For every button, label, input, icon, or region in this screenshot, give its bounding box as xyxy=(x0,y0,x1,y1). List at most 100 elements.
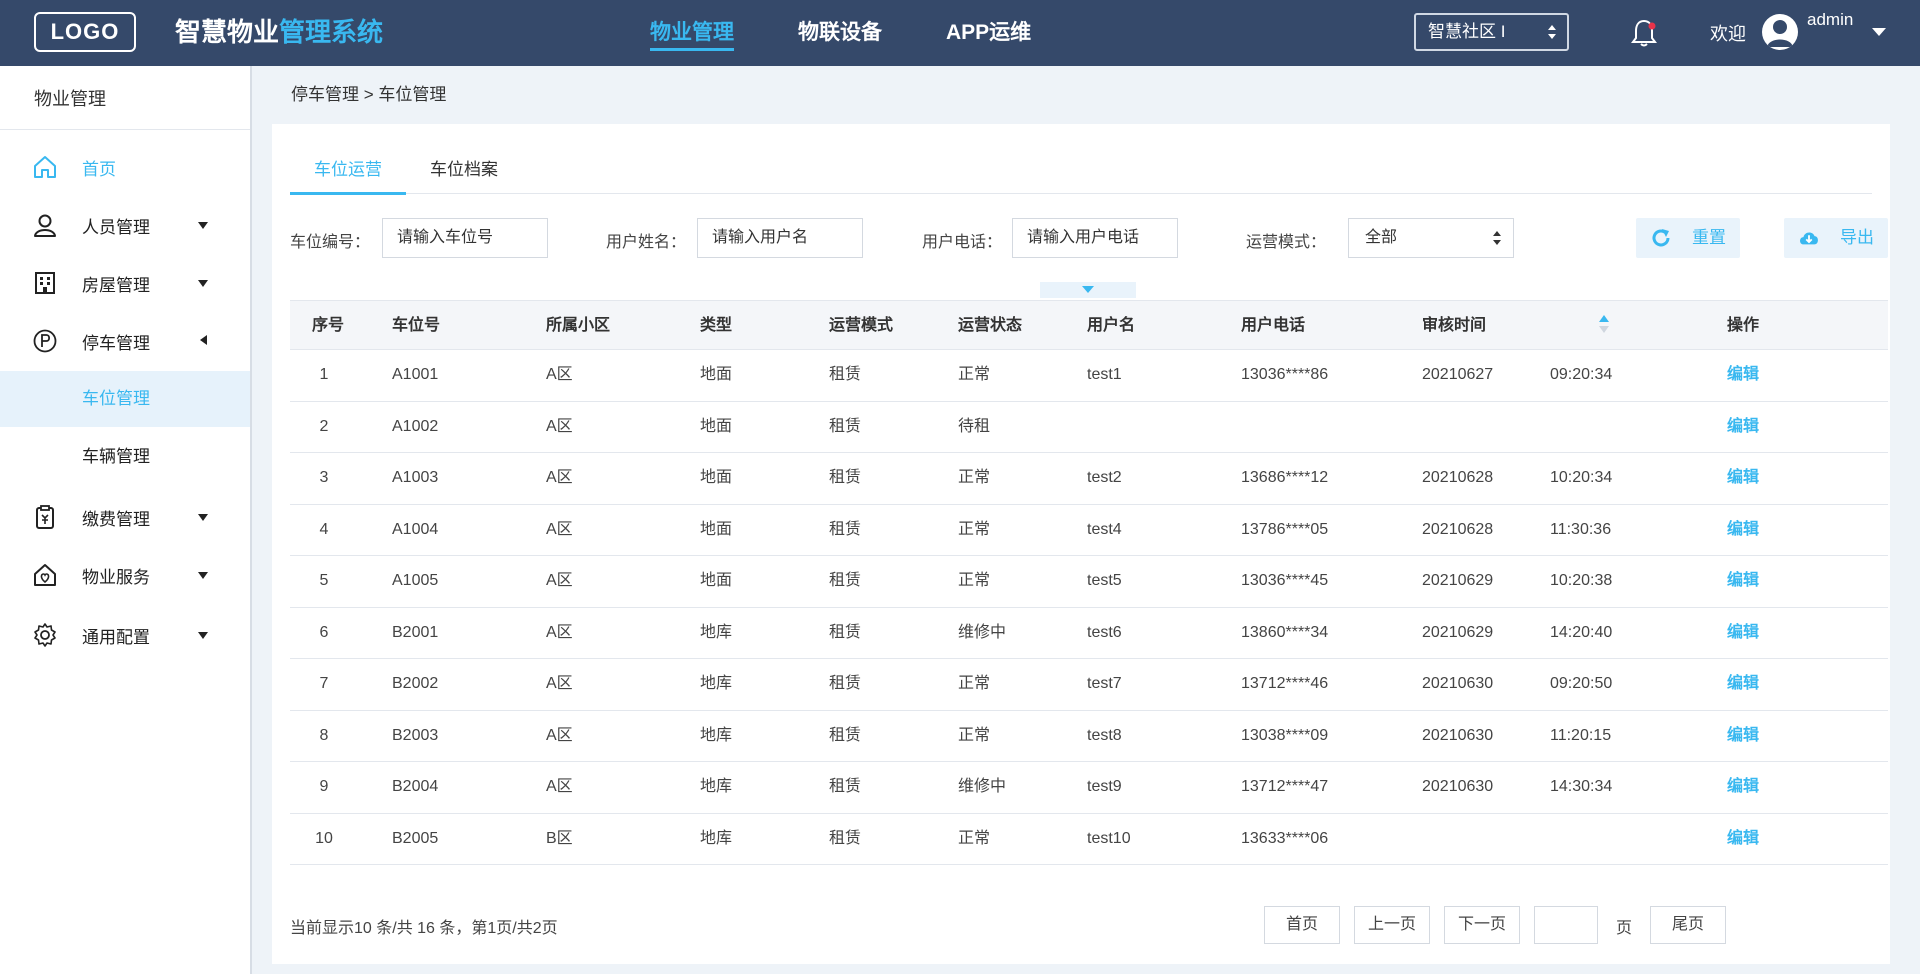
sidebar-item-label: 首页 xyxy=(82,159,116,179)
notification-bell-icon[interactable] xyxy=(1630,18,1658,48)
cell-status: 正常 xyxy=(958,366,991,383)
select-arrows-icon xyxy=(1548,25,1556,39)
cell-index: 2 xyxy=(319,417,329,435)
sidebar-item-home[interactable]: 首页 xyxy=(0,139,250,195)
cell-username: test2 xyxy=(1087,469,1122,486)
building-icon xyxy=(35,272,55,294)
parking-space-table: 序号 车位号 所属小区 类型 运营模式 运营状态 用户名 用户电话 审核时间 操… xyxy=(290,300,1888,865)
sidebar-item-parking[interactable]: 停车管理 xyxy=(0,313,250,369)
last-page-button[interactable]: 尾页 xyxy=(1650,906,1726,944)
edit-link[interactable]: 编辑 xyxy=(1727,608,1759,658)
sidebar-item-personnel[interactable]: 人员管理 xyxy=(0,197,250,253)
cell-type: 地库 xyxy=(700,726,733,744)
sidebar-item-housing[interactable]: 房屋管理 xyxy=(0,255,250,311)
nav-iot-devices[interactable]: 物联设备 xyxy=(798,0,882,66)
space-number-label: 车位编号： xyxy=(290,234,371,251)
cell-space-no: A1005 xyxy=(392,572,439,589)
cell-phone: 13038****09 xyxy=(1241,726,1329,744)
cell-space-no: A1002 xyxy=(392,417,439,435)
cell-index: 3 xyxy=(319,469,329,486)
app-title: 智慧物业管理系统 xyxy=(175,14,383,50)
cell-space-no: B2002 xyxy=(392,675,439,692)
cell-phone: 13712****47 xyxy=(1241,778,1329,795)
col-header-type: 类型 xyxy=(700,317,733,334)
edit-link[interactable]: 编辑 xyxy=(1727,402,1759,452)
edit-link[interactable]: 编辑 xyxy=(1727,711,1759,761)
breadcrumb: 停车管理 > 车位管理 xyxy=(291,85,447,104)
sidebar-item-parking-spaces[interactable]: 车位管理 xyxy=(0,371,250,427)
chevron-down-icon xyxy=(198,280,208,287)
edit-link[interactable]: 编辑 xyxy=(1727,814,1759,864)
sidebar-item-vehicles[interactable]: 车辆管理 xyxy=(0,429,250,485)
tab-space-archive[interactable]: 车位档案 xyxy=(406,148,522,194)
operation-mode-label: 运营模式： xyxy=(1246,234,1327,251)
sidebar-item-payments[interactable]: 缴费管理 xyxy=(0,489,250,545)
cell-review-date: 20210629 xyxy=(1422,623,1494,641)
user-phone-label: 用户电话： xyxy=(922,234,1003,251)
page-number-input[interactable] xyxy=(1534,906,1598,944)
edit-link[interactable]: 编辑 xyxy=(1727,659,1759,709)
edit-link[interactable]: 编辑 xyxy=(1727,453,1759,503)
edit-link[interactable]: 编辑 xyxy=(1727,505,1759,555)
cell-mode: 租赁 xyxy=(829,778,862,795)
username[interactable]: admin xyxy=(1807,8,1855,32)
table-body: 1 A1001 A区 地面 租赁 正常 test1 13036****86 20210627 09… xyxy=(290,350,1888,865)
prev-page-button[interactable]: 上一页 xyxy=(1354,906,1430,944)
edit-link[interactable]: 编辑 xyxy=(1727,350,1759,400)
export-button[interactable]: 导出 xyxy=(1784,218,1888,258)
edit-link[interactable]: 编辑 xyxy=(1727,556,1759,606)
settings-icon xyxy=(34,623,56,647)
cell-phone: 13633****06 xyxy=(1241,829,1329,847)
reset-button[interactable]: 重置 xyxy=(1636,218,1740,258)
cell-username: test8 xyxy=(1087,726,1122,744)
community-select[interactable]: 智慧社区 I xyxy=(1414,13,1569,51)
cell-space-no: B2004 xyxy=(392,778,439,795)
col-header-mode: 运营模式 xyxy=(829,317,894,334)
table-row: 4 A1004 A区 地面 租赁 正常 test4 13786****05 20210628 11… xyxy=(290,505,1888,556)
cell-mode: 租赁 xyxy=(829,417,862,435)
chevron-left-icon xyxy=(200,335,207,345)
cell-type: 地面 xyxy=(700,469,733,486)
next-page-button[interactable]: 下一页 xyxy=(1444,906,1520,944)
cell-index: 10 xyxy=(315,829,333,847)
cell-type: 地库 xyxy=(700,778,733,795)
cell-review-time: 10:20:34 xyxy=(1550,469,1613,486)
user-name-input[interactable] xyxy=(697,218,863,258)
cell-index: 6 xyxy=(319,623,329,641)
sort-icon[interactable] xyxy=(1598,313,1610,335)
col-header-actions: 操作 xyxy=(1727,317,1760,334)
filter-bar: 车位编号： 用户姓名： 用户电话： 运营模式： 全部 重置 导出 xyxy=(290,218,1890,258)
user-menu-caret-icon[interactable] xyxy=(1872,28,1886,36)
cell-username: test1 xyxy=(1087,366,1122,383)
nav-app-ops[interactable]: APP运维 xyxy=(946,0,1031,66)
chevron-down-icon xyxy=(198,632,208,639)
sidebar-item-services[interactable]: 物业服务 xyxy=(0,547,250,603)
space-number-input[interactable] xyxy=(382,218,548,258)
filter-collapse-toggle[interactable] xyxy=(1040,282,1136,298)
edit-link[interactable]: 编辑 xyxy=(1727,762,1759,812)
cell-space-no: B2005 xyxy=(392,829,439,847)
cell-status: 正常 xyxy=(958,726,991,744)
first-page-button[interactable]: 首页 xyxy=(1264,906,1340,944)
cell-mode: 租赁 xyxy=(829,675,862,692)
payment-icon xyxy=(36,505,54,529)
cell-index: 4 xyxy=(319,520,329,538)
cell-type: 地面 xyxy=(700,572,733,589)
avatar[interactable] xyxy=(1762,14,1798,50)
tab-space-operation[interactable]: 车位运营 xyxy=(290,148,406,195)
cell-space-no: A1003 xyxy=(392,469,439,486)
cell-username: test6 xyxy=(1087,623,1122,641)
user-name-label: 用户姓名： xyxy=(606,234,687,251)
cell-index: 9 xyxy=(319,778,329,795)
nav-property-management[interactable]: 物业管理 xyxy=(650,0,734,66)
table-row: 2 A1002 A区 地面 租赁 待租 编辑 xyxy=(290,402,1888,453)
sidebar-item-settings[interactable]: 通用配置 xyxy=(0,607,250,663)
community-select-value: 智慧社区 I xyxy=(1428,22,1506,41)
operation-mode-select[interactable]: 全部 xyxy=(1348,218,1514,258)
cell-space-no: A1004 xyxy=(392,520,439,538)
cell-mode: 租赁 xyxy=(829,623,862,641)
tab-bar: 车位运营 车位档案 xyxy=(290,148,1872,195)
col-header-review-time: 审核时间 xyxy=(1422,317,1487,334)
cell-type: 地面 xyxy=(700,520,733,538)
user-phone-input[interactable] xyxy=(1012,218,1178,258)
